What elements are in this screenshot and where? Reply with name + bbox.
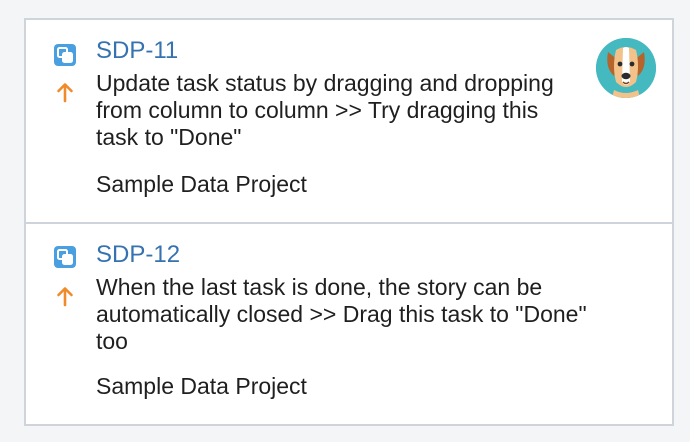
issue-key-link[interactable]: SDP-11	[96, 36, 178, 66]
issue-card[interactable]: SDP-12 When the last task is done, the s…	[26, 222, 672, 424]
board-column: SDP-11 Update task status by dragging an…	[0, 0, 690, 442]
board-edge	[690, 0, 698, 442]
priority-up-arrow-icon	[54, 80, 76, 104]
card-list: SDP-11 Update task status by dragging an…	[24, 18, 674, 426]
dog-avatar-icon[interactable]	[596, 38, 656, 98]
priority-up-arrow-icon	[54, 284, 76, 308]
issue-summary: When the last task is done, the story ca…	[96, 274, 587, 354]
issue-key-link[interactable]: SDP-12	[96, 240, 180, 270]
project-name: Sample Data Project	[96, 373, 307, 399]
subtask-icon	[54, 246, 76, 268]
issue-card[interactable]: SDP-11 Update task status by dragging an…	[26, 20, 672, 222]
project-name: Sample Data Project	[96, 171, 307, 197]
subtask-icon	[54, 44, 76, 66]
issue-summary: Update task status by dragging and dropp…	[96, 70, 554, 150]
